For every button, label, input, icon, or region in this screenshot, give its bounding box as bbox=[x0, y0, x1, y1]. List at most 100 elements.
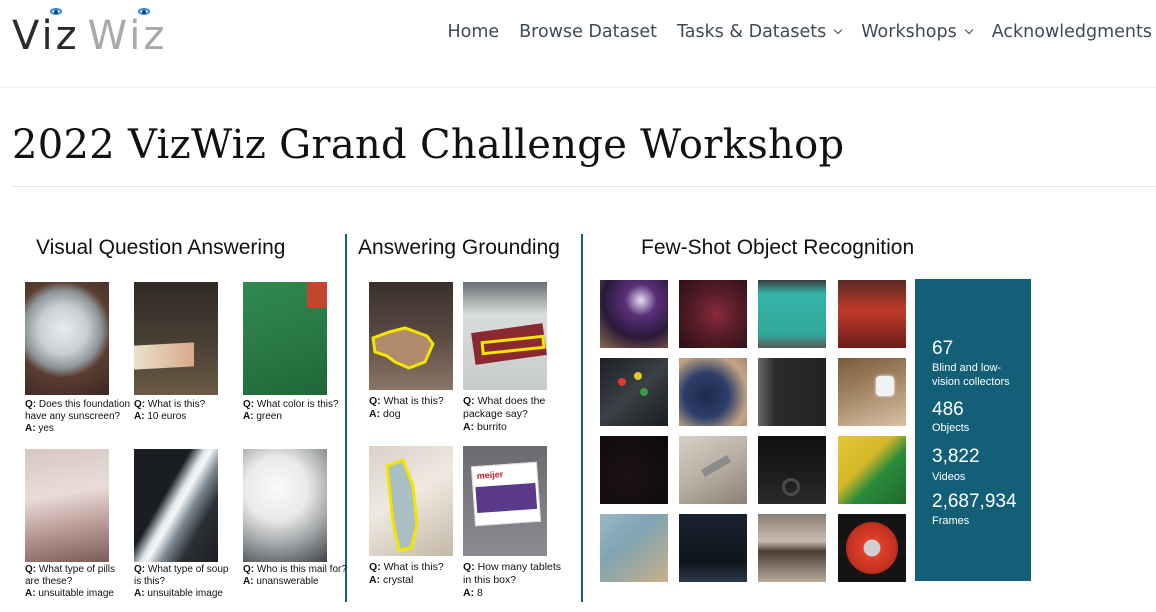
a-prefix: A: bbox=[243, 576, 254, 587]
dpad-shape bbox=[782, 478, 800, 496]
grounding-answer: burrito bbox=[477, 421, 507, 433]
vqa-question: Who is this mail for? bbox=[256, 564, 347, 575]
grounding-caption-3: Q: What is this? A: crystal bbox=[369, 561, 453, 587]
grounding-image-package bbox=[463, 282, 547, 390]
vqa-question: What type of soup is this? bbox=[134, 564, 229, 587]
vqa-caption-3: Q: What color is this? A: green bbox=[243, 399, 343, 423]
fewshot-frame bbox=[758, 514, 826, 582]
crystal-shape bbox=[876, 376, 894, 396]
q-prefix: Q: bbox=[25, 564, 37, 575]
section-divider bbox=[581, 234, 583, 602]
q-prefix: Q: bbox=[463, 561, 475, 573]
nav-workshops[interactable]: Workshops bbox=[861, 22, 973, 42]
key-shape bbox=[701, 455, 731, 477]
red-corner-shape bbox=[307, 282, 327, 308]
eye-icon bbox=[138, 8, 150, 15]
a-prefix: A: bbox=[463, 587, 475, 599]
remote-button-shape bbox=[634, 372, 642, 380]
a-prefix: A: bbox=[243, 411, 254, 422]
nav-tasks-datasets[interactable]: Tasks & Datasets bbox=[676, 22, 843, 42]
vqa-answer: yes bbox=[38, 423, 54, 434]
fewshot-frame bbox=[679, 280, 747, 348]
fewshot-frame bbox=[600, 514, 668, 582]
section-divider bbox=[345, 234, 347, 602]
nav-tasks-datasets-label: Tasks & Datasets bbox=[676, 22, 827, 42]
stat-objects-value: 486 bbox=[932, 399, 964, 420]
chevron-down-icon bbox=[834, 25, 843, 35]
vqa-section-title: Visual Question Answering bbox=[36, 236, 286, 259]
fewshot-frame bbox=[838, 514, 906, 582]
a-prefix: A: bbox=[25, 423, 36, 434]
grounding-question: How many tablets in this box? bbox=[463, 561, 562, 586]
q-prefix: Q: bbox=[369, 395, 381, 407]
vqa-answer: unanswerable bbox=[256, 576, 319, 587]
nav-browse-dataset-label: Browse Dataset bbox=[519, 22, 657, 42]
fewshot-frame bbox=[600, 358, 668, 426]
nav-acknowledgments-label: Acknowledgments bbox=[991, 22, 1152, 42]
grounding-caption-1: Q: What is this? A: dog bbox=[369, 395, 453, 421]
site-header: Viz Wiz Home Browse Dataset Tasks & Data… bbox=[0, 0, 1156, 88]
logo-text-wiz: Wiz bbox=[87, 13, 168, 59]
vqa-caption-4: Q: What type of pills are these? A: unsui… bbox=[25, 564, 125, 600]
vqa-caption-5: Q: What type of soup is this? A: unsuitab… bbox=[134, 564, 234, 600]
a-prefix: A: bbox=[134, 588, 145, 599]
a-prefix: A: bbox=[369, 574, 381, 586]
q-prefix: Q: bbox=[134, 564, 146, 575]
vqa-caption-1: Q: Does this foundation have any sunscre… bbox=[25, 399, 131, 435]
nav-home-label: Home bbox=[447, 22, 500, 42]
stat-frames-label: Frames bbox=[932, 515, 970, 527]
dataset-stats-panel: 67 Blind and low-vision collectors 486 O… bbox=[915, 279, 1031, 581]
nav-home[interactable]: Home bbox=[447, 22, 499, 42]
title-divider bbox=[12, 186, 1156, 187]
grounding-caption-4: Q: How many tablets in this box? A: 8 bbox=[463, 561, 563, 600]
stat-videos-value: 3,822 bbox=[932, 446, 980, 467]
challenge-banner-image: Visual Question Answering Answering Grou… bbox=[12, 228, 1042, 608]
fewshot-frame bbox=[679, 436, 747, 504]
banknote-shape bbox=[134, 342, 194, 370]
q-prefix: Q: bbox=[243, 399, 255, 410]
stat-frames-value: 2,687,934 bbox=[932, 491, 1017, 512]
grounding-answer: dog bbox=[383, 408, 401, 420]
grounding-question: What does the package say? bbox=[463, 395, 546, 420]
grounding-section-title: Answering Grounding bbox=[358, 236, 560, 259]
vqa-answer: unsuitable image bbox=[38, 588, 114, 599]
q-prefix: Q: bbox=[463, 395, 475, 407]
vqa-question: What is this? bbox=[147, 399, 206, 410]
q-prefix: Q: bbox=[243, 564, 255, 575]
nav-acknowledgments[interactable]: Acknowledgments bbox=[992, 22, 1152, 42]
fewshot-frame bbox=[600, 436, 668, 504]
vqa-question: What type of pills are these? bbox=[25, 564, 116, 587]
q-prefix: Q: bbox=[134, 399, 146, 410]
box-shape: meijer bbox=[470, 461, 542, 527]
a-prefix: A: bbox=[463, 421, 475, 433]
chevron-down-icon bbox=[964, 25, 973, 35]
q-prefix: Q: bbox=[25, 399, 37, 410]
grounding-answer: crystal bbox=[383, 574, 414, 586]
vqa-caption-6: Q: Who is this mail for? A: unanswerable bbox=[243, 564, 347, 588]
vqa-answer: green bbox=[256, 411, 282, 422]
stat-collectors-label: Blind and low-vision collectors bbox=[932, 362, 1010, 388]
eye-icon bbox=[50, 8, 62, 15]
a-prefix: A: bbox=[25, 588, 36, 599]
box-brand-text: meijer bbox=[476, 469, 504, 481]
grounding-outline bbox=[371, 326, 435, 370]
vqa-image-pills bbox=[25, 449, 109, 562]
remote-button-shape bbox=[618, 378, 626, 386]
grounding-caption-2: Q: What does the package say? A: burrito bbox=[463, 395, 559, 434]
logo-text-viz: Viz bbox=[12, 13, 80, 59]
a-prefix: A: bbox=[369, 408, 381, 420]
vqa-image-foundation bbox=[25, 282, 109, 395]
remote-button-shape bbox=[640, 388, 648, 396]
a-prefix: A: bbox=[134, 411, 145, 422]
fewshot-frame bbox=[838, 436, 906, 504]
box-label-shape bbox=[475, 482, 538, 514]
nav-browse-dataset[interactable]: Browse Dataset bbox=[519, 22, 657, 42]
main-nav: Home Browse Dataset Tasks & Datasets Wor… bbox=[447, 18, 1152, 46]
grounding-image-dog bbox=[369, 282, 453, 390]
fewshot-frame bbox=[838, 280, 906, 348]
vqa-answer: 10 euros bbox=[147, 411, 187, 422]
vqa-image-mail bbox=[243, 449, 327, 562]
grounding-image-crystal bbox=[369, 446, 453, 556]
vqa-answer: unsuitable image bbox=[147, 588, 223, 599]
vizwiz-logo[interactable]: Viz Wiz bbox=[12, 8, 212, 59]
